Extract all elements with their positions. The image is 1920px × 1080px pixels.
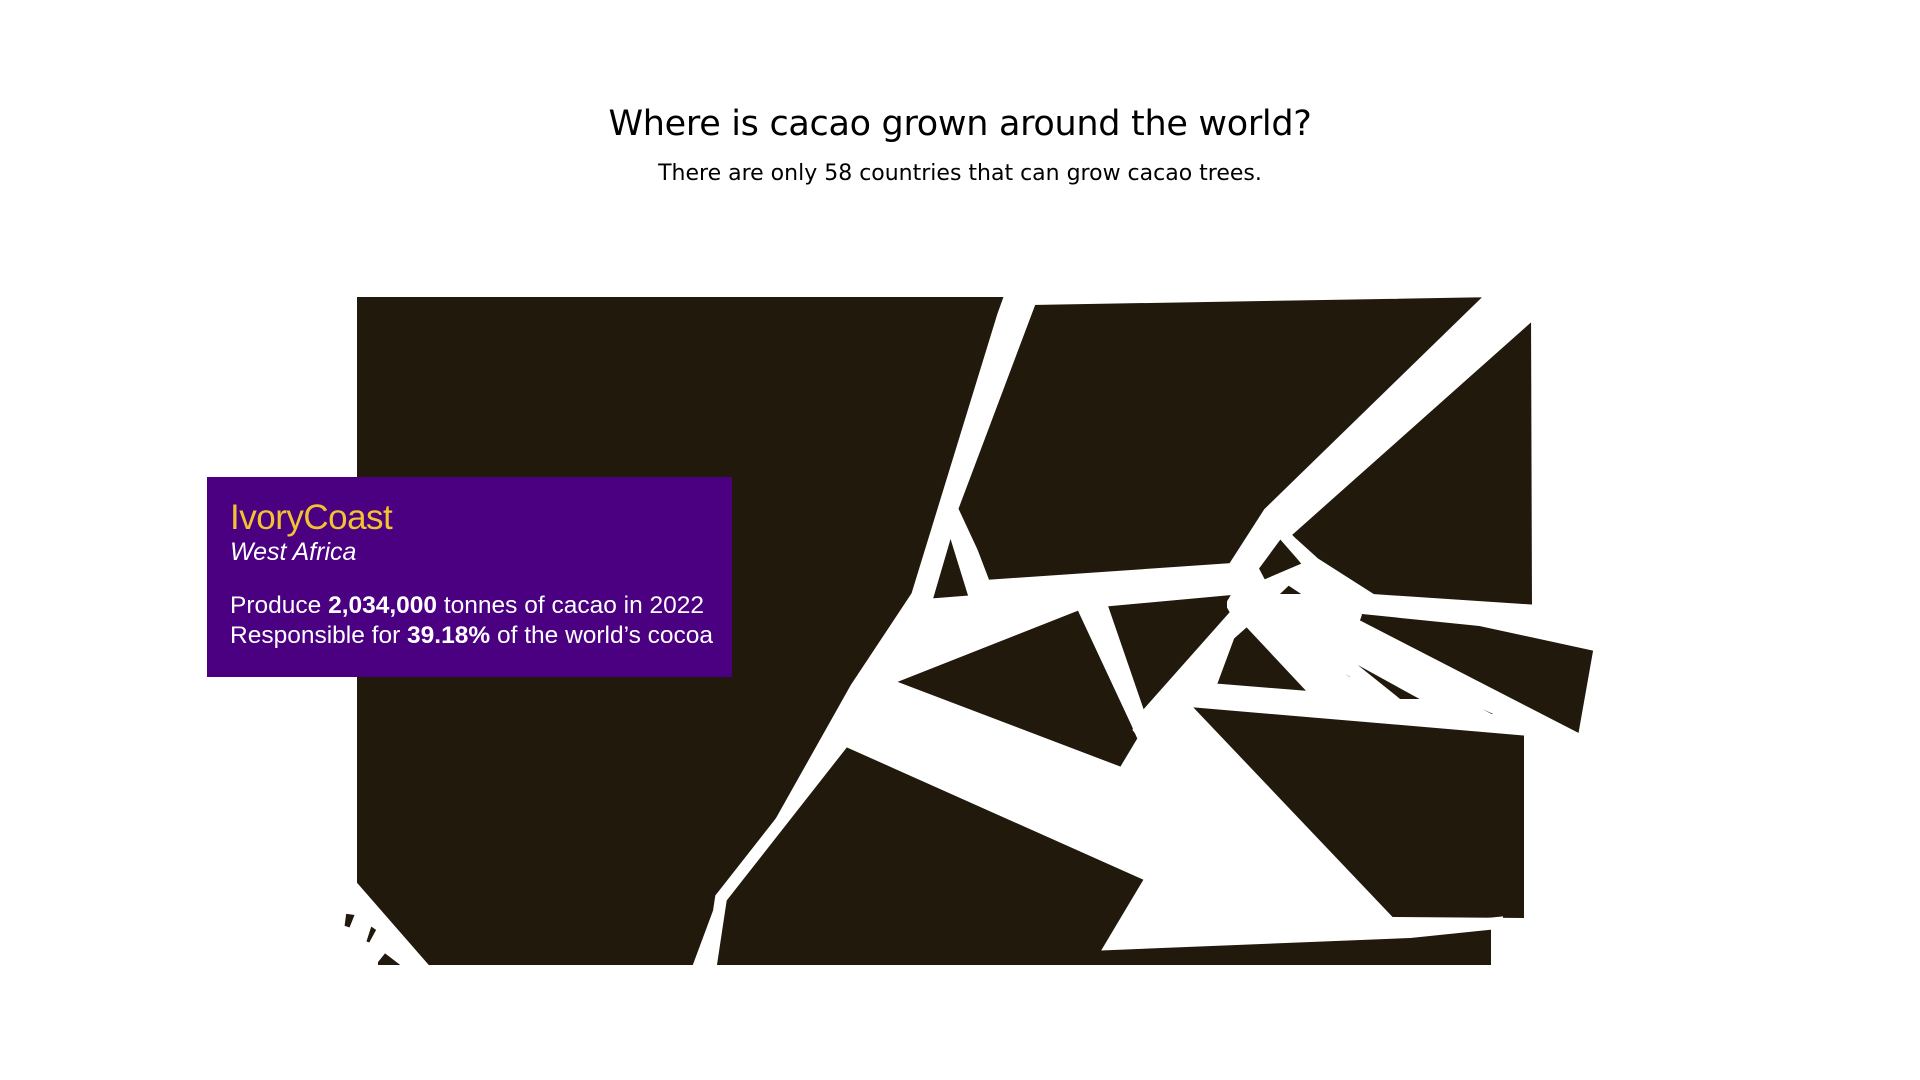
tooltip-production-suffix: tonnes of cacao in 2022 (437, 592, 705, 619)
tooltip-production-value: 2,034,000 (328, 592, 438, 619)
tooltip-share-line: Responsible for 39.18% of the world’s co… (230, 621, 713, 651)
tooltip-production-line: Produce 2,034,000 tonnes of cacao in 202… (230, 591, 709, 621)
tooltip-region: West Africa (230, 538, 357, 566)
tooltip-share-prefix: Responsible for (230, 622, 408, 649)
country-cell[interactable] (1200, 610, 1336, 706)
tooltip-country: IvoryCoast (230, 498, 393, 537)
country-cell[interactable] (1507, 278, 1555, 303)
tooltip-share-value: 39.18% (407, 622, 491, 649)
tooltip-production-prefix: Produce (230, 592, 329, 619)
tooltip-share-suffix: of the world’s cocoa (490, 622, 714, 649)
country-cell[interactable] (333, 942, 371, 977)
country-cell[interactable] (1162, 692, 1536, 931)
country-tooltip: IvoryCoast West Africa Produce 2,034,000… (207, 477, 732, 677)
